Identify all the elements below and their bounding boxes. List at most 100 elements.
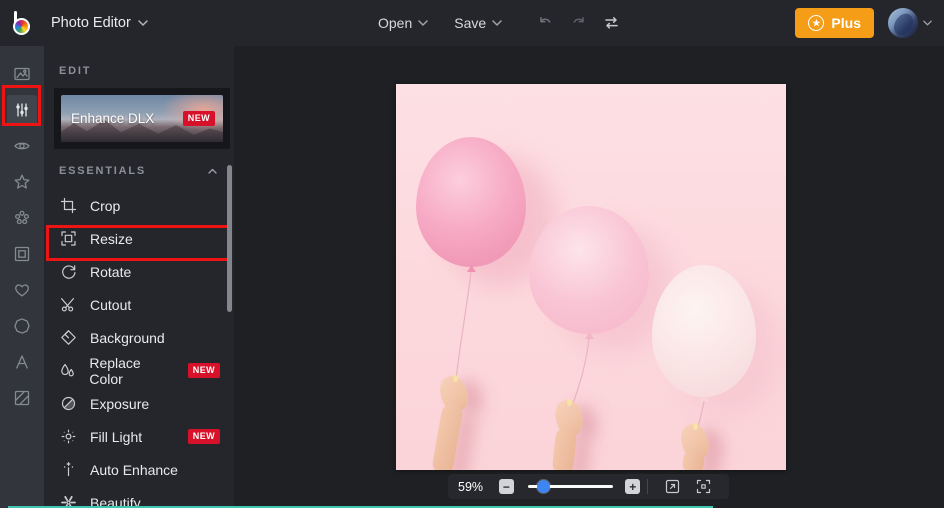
item-label: Auto Enhance [90, 461, 178, 478]
photo-editor-app: Photo Editor Open Save ★ Plus EDIT Enhan… [0, 0, 944, 508]
save-menu[interactable]: Save [454, 15, 502, 31]
top-bar: Photo Editor Open Save ★ Plus [0, 0, 944, 46]
photo-balloons[interactable] [396, 84, 786, 470]
exposure-icon [59, 395, 77, 412]
plus-label: Plus [831, 15, 861, 31]
list-item-rotate[interactable]: Rotate [44, 255, 234, 288]
chevron-down-icon [923, 20, 932, 26]
text-icon [7, 347, 37, 377]
new-badge: NEW [182, 111, 215, 126]
rail-item-overlays[interactable] [0, 272, 44, 308]
background-icon [59, 329, 77, 346]
list-item-replace-color[interactable]: Replace Color NEW [44, 354, 234, 387]
item-label: Replace Color [89, 354, 141, 387]
avatar [888, 8, 918, 38]
list-item-fill-light[interactable]: Fill Light NEW [44, 420, 234, 453]
chevron-up-icon[interactable] [208, 168, 217, 174]
expand-icon[interactable] [664, 478, 681, 495]
arm [551, 427, 578, 470]
rotate-icon [59, 263, 77, 280]
rail-item-artsy[interactable] [0, 200, 44, 236]
star-icon [7, 167, 37, 197]
eye-icon [7, 131, 37, 161]
fill-light-icon [59, 428, 77, 445]
edit-panel: EDIT Enhance DLX NEW ESSENTIALS Crop Res… [44, 46, 234, 508]
new-badge: NEW [187, 429, 220, 444]
rail-item-effects[interactable] [0, 164, 44, 200]
crop-icon [59, 197, 77, 214]
rail-item-edit[interactable] [0, 92, 44, 128]
zoom-level: 59% [458, 479, 484, 494]
droplets-icon [59, 362, 76, 379]
list-item-background[interactable]: Background [44, 321, 234, 354]
open-menu[interactable]: Open [378, 15, 428, 31]
tool-rail [0, 46, 44, 508]
item-label: Crop [90, 197, 121, 214]
app-switcher[interactable]: Photo Editor [51, 15, 148, 31]
essentials-label: ESSENTIALS [59, 165, 147, 177]
compare-icon[interactable] [602, 14, 621, 32]
fingernail [453, 375, 458, 382]
redo-icon[interactable] [569, 14, 588, 32]
magic-wand-icon [59, 461, 77, 478]
rail-item-textures[interactable] [0, 380, 44, 416]
new-badge: NEW [187, 363, 220, 378]
top-right: ★ Plus [795, 0, 932, 46]
rail-item-image-manager[interactable] [0, 56, 44, 92]
artsy-circles-icon [7, 203, 37, 233]
adjust-sliders-icon [7, 95, 37, 125]
item-label: Exposure [90, 395, 150, 412]
item-label: Cutout [90, 296, 132, 313]
top-center-menu: Open Save [378, 0, 621, 46]
resize-icon [59, 230, 77, 247]
rail-item-frames[interactable] [0, 236, 44, 272]
list-item-beautify[interactable]: Beautify [44, 486, 234, 508]
app-title: Photo Editor [51, 15, 131, 31]
divider [647, 479, 648, 494]
badge-flower-icon [7, 311, 37, 341]
fullscreen-icon[interactable] [695, 478, 712, 495]
list-item-cutout[interactable]: Cutout [44, 288, 234, 321]
rail-item-touch-up[interactable] [0, 128, 44, 164]
item-label: Resize [90, 230, 133, 247]
open-label: Open [378, 15, 413, 31]
panel-scrollbar[interactable] [227, 165, 232, 312]
image-icon [7, 59, 37, 89]
zoom-slider[interactable] [527, 479, 614, 494]
item-label: Fill Light [90, 428, 143, 445]
befunky-logo [9, 8, 39, 38]
zoom-toolbar: 59% − + [448, 474, 729, 499]
canvas-area[interactable]: 59% − + [234, 46, 944, 508]
zoom-slider-handle[interactable] [536, 480, 550, 493]
item-label: Background [90, 329, 165, 346]
list-item-auto-enhance[interactable]: Auto Enhance [44, 453, 234, 486]
enhance-dlx-card[interactable]: Enhance DLX NEW [54, 88, 230, 149]
star-circle-icon: ★ [808, 15, 825, 31]
rail-item-text[interactable] [0, 344, 44, 380]
save-label: Save [454, 15, 487, 31]
zoom-in-button[interactable]: + [625, 479, 641, 494]
rail-item-graphics[interactable] [0, 308, 44, 344]
fingernail [567, 399, 572, 406]
zoom-out-button[interactable]: − [499, 479, 514, 494]
essentials-section-header: ESSENTIALS [44, 165, 234, 177]
essentials-list: Crop Resize Rotate Cutout Background Rep… [44, 189, 234, 508]
brand[interactable]: Photo Editor [0, 8, 148, 38]
undo-icon[interactable] [536, 14, 555, 32]
list-item-exposure[interactable]: Exposure [44, 387, 234, 420]
item-label: Rotate [90, 263, 132, 280]
fingernail [693, 423, 698, 430]
list-item-resize[interactable]: Resize [44, 222, 234, 255]
panel-title: EDIT [59, 65, 92, 77]
list-item-crop[interactable]: Crop [44, 189, 234, 222]
heart-icon [7, 275, 37, 305]
chevron-down-icon [492, 20, 502, 26]
frame-icon [7, 239, 37, 269]
scissors-icon [59, 296, 77, 313]
account-menu[interactable] [888, 8, 932, 38]
texture-icon [7, 383, 37, 413]
plus-upgrade-button[interactable]: ★ Plus [795, 8, 874, 38]
enhance-dlx-label: Enhance DLX [71, 111, 155, 126]
chevron-down-icon [138, 20, 148, 26]
chevron-down-icon [418, 20, 428, 26]
